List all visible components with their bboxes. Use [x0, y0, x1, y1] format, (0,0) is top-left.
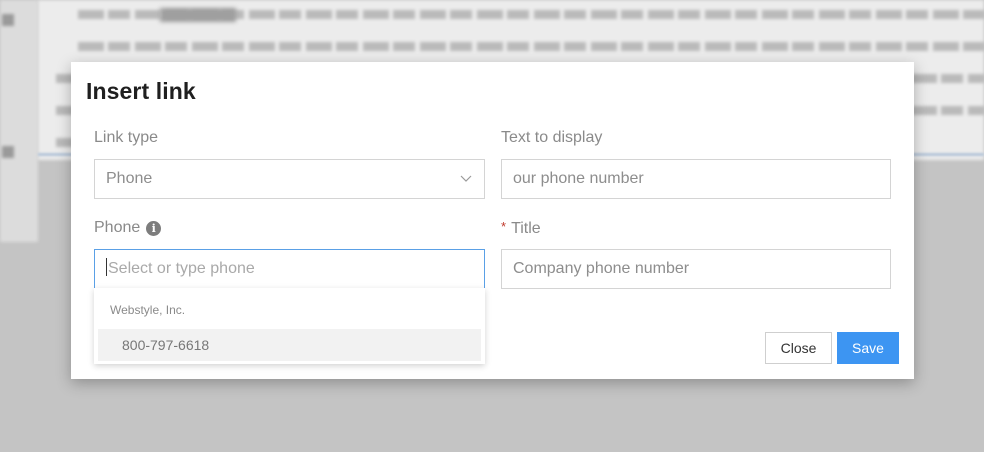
required-marker: * [501, 219, 507, 234]
insert-link-dialog: Insert link Link type Phone Text to disp… [71, 62, 914, 379]
title-label-group: * Title [501, 219, 541, 238]
text-caret [106, 258, 107, 276]
save-button[interactable]: Save [837, 332, 899, 364]
link-type-value: Phone [106, 170, 153, 187]
text-to-display-label: Text to display [501, 129, 603, 146]
dropdown-group-label: Webstyle, Inc. [110, 303, 186, 317]
title-input[interactable]: Company phone number [501, 249, 891, 289]
background-sidebar-icon [2, 146, 14, 158]
text-to-display-value: our phone number [513, 170, 644, 187]
chevron-down-icon [460, 175, 472, 182]
background-text-line [78, 42, 984, 51]
title-label: Title [511, 220, 541, 237]
background-sidebar [0, 0, 38, 242]
dropdown-option[interactable]: 800-797-6618 [98, 329, 481, 361]
dialog-title: Insert link [86, 78, 196, 104]
phone-label: Phone [94, 219, 141, 236]
phone-label-group: Phone i [94, 219, 162, 237]
link-type-select[interactable]: Phone [94, 159, 485, 199]
close-button[interactable]: Close [765, 332, 832, 364]
link-type-label: Link type [94, 129, 159, 146]
phone-input[interactable]: Select or type phone [94, 249, 485, 289]
phone-dropdown: Webstyle, Inc. 800-797-6618 [94, 288, 485, 364]
background-selection [160, 8, 236, 22]
phone-placeholder: Select or type phone [108, 260, 255, 277]
info-icon[interactable]: i [146, 221, 162, 236]
title-value: Company phone number [513, 260, 690, 277]
text-to-display-input[interactable]: our phone number [501, 159, 891, 199]
background-sidebar-icon [2, 14, 14, 26]
